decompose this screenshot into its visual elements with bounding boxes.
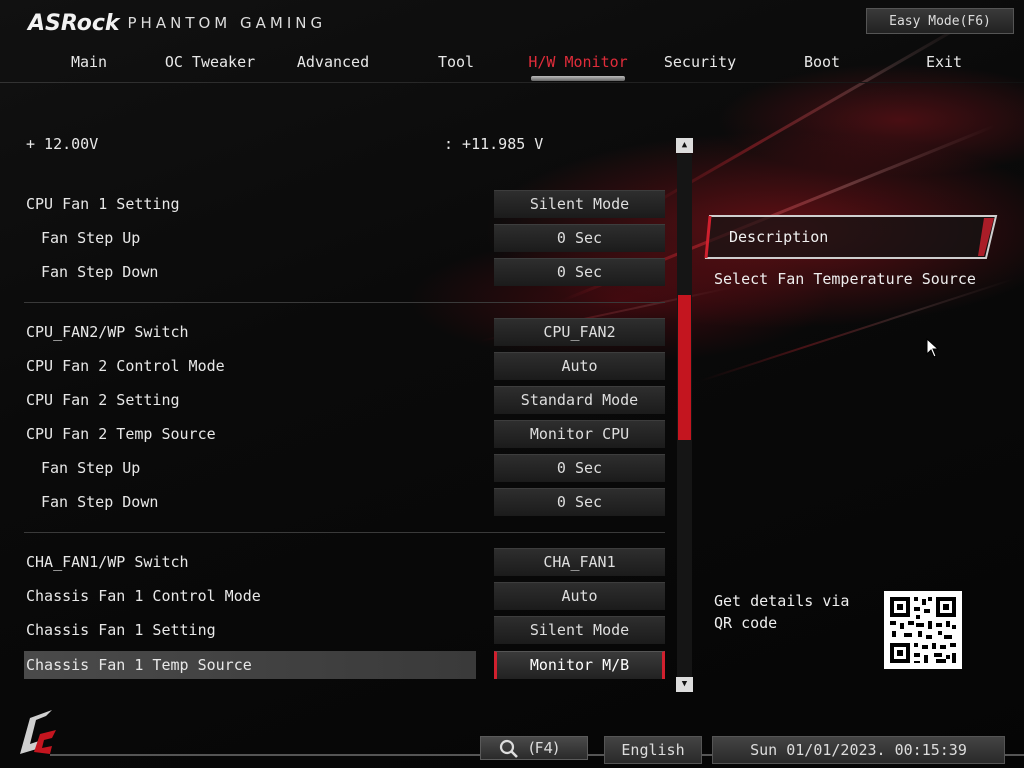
setting-value[interactable]: 0 Sec <box>494 454 665 482</box>
setting-label[interactable]: Fan Step Down <box>41 258 158 286</box>
scrollbar-thumb[interactable] <box>678 295 691 440</box>
setting-label[interactable]: CPU Fan 2 Control Mode <box>26 352 225 380</box>
setting-label[interactable]: Fan Step Up <box>41 224 140 252</box>
setting-label[interactable]: CHA_FAN1/WP Switch <box>26 548 189 576</box>
description-text: Select Fan Temperature Source <box>714 270 976 288</box>
tab-tool[interactable]: Tool <box>428 50 484 76</box>
section-divider <box>24 302 665 303</box>
scroll-up-icon[interactable]: ▲ <box>676 138 693 153</box>
asrock-logo: ASRock PHANTOM GAMING <box>28 10 326 36</box>
search-button[interactable]: (F4) <box>480 736 588 760</box>
setting-label[interactable]: CPU_FAN2/WP Switch <box>26 318 189 346</box>
qr-caption: Get details via QR code <box>714 592 850 632</box>
brand-subtitle: PHANTOM GAMING <box>127 14 327 32</box>
setting-label[interactable]: Chassis Fan 1 Control Mode <box>26 582 261 610</box>
qr-code-icon <box>884 591 962 669</box>
setting-value[interactable]: Standard Mode <box>494 386 665 414</box>
tab-main[interactable]: Main <box>56 50 122 76</box>
active-tab-indicator <box>531 76 625 81</box>
phantom-gaming-logo-icon <box>20 710 56 754</box>
tab-exit[interactable]: Exit <box>918 50 970 76</box>
setting-value[interactable]: Silent Mode <box>494 616 665 644</box>
setting-label[interactable]: Fan Step Down <box>41 488 158 516</box>
setting-label[interactable]: Chassis Fan 1 Setting <box>26 616 216 644</box>
mouse-cursor-icon <box>926 338 940 358</box>
voltage-12v-value: : +11.985 V <box>444 135 544 153</box>
tab-oc-tweaker[interactable]: OC Tweaker <box>160 50 260 76</box>
setting-value[interactable]: Auto <box>494 352 665 380</box>
setting-label[interactable]: CPU Fan 2 Temp Source <box>26 420 216 448</box>
scroll-down-icon[interactable]: ▼ <box>676 677 693 692</box>
setting-label[interactable]: CPU Fan 1 Setting <box>26 190 180 218</box>
setting-label[interactable]: Fan Step Up <box>41 454 140 482</box>
setting-value[interactable]: Monitor CPU <box>494 420 665 448</box>
setting-value[interactable]: 0 Sec <box>494 224 665 252</box>
setting-label-selected[interactable]: Chassis Fan 1 Temp Source <box>26 651 252 679</box>
datetime-display: Sun 01/01/2023. 00:15:39 <box>712 736 1005 764</box>
setting-value[interactable]: 0 Sec <box>494 258 665 286</box>
voltage-12v-label: + 12.00V <box>26 135 99 153</box>
setting-label[interactable]: CPU Fan 2 Setting <box>26 386 180 414</box>
main-nav: Main OC Tweaker Advanced Tool H/W Monito… <box>0 50 1024 80</box>
tab-hw-monitor[interactable]: H/W Monitor <box>528 50 628 76</box>
setting-value[interactable]: Auto <box>494 582 665 610</box>
tab-advanced[interactable]: Advanced <box>292 50 374 76</box>
setting-value[interactable]: 0 Sec <box>494 488 665 516</box>
setting-value[interactable]: CPU_FAN2 <box>494 318 665 346</box>
easy-mode-button[interactable]: Easy Mode(F6) <box>866 8 1014 34</box>
tab-boot[interactable]: Boot <box>796 50 848 76</box>
setting-value-selected[interactable]: Monitor M/B <box>494 651 665 679</box>
search-icon <box>499 739 518 758</box>
nav-divider <box>0 82 1024 83</box>
brand-name: ASRock <box>28 10 120 36</box>
search-key-label: (F4) <box>529 739 559 757</box>
section-divider <box>24 532 665 533</box>
description-title: Description <box>729 228 829 246</box>
setting-value[interactable]: CHA_FAN1 <box>494 548 665 576</box>
language-button[interactable]: English <box>604 736 702 764</box>
tab-security[interactable]: Security <box>660 50 740 76</box>
setting-value[interactable]: Silent Mode <box>494 190 665 218</box>
